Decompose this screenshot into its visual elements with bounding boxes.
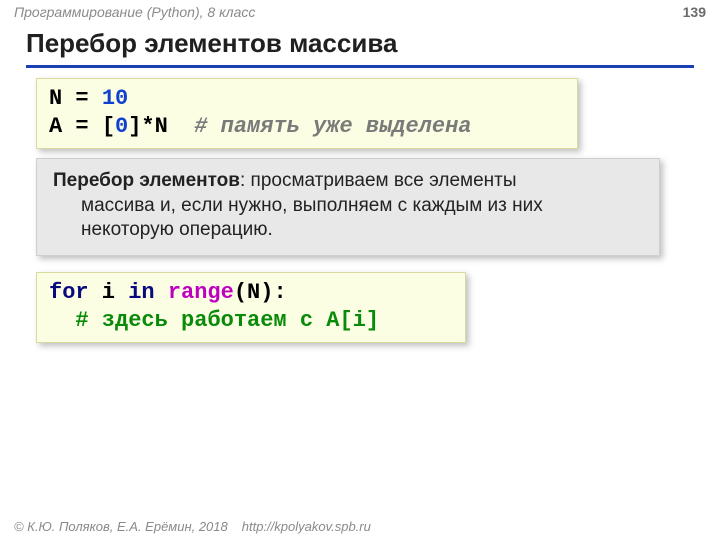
page-title: Перебор элементов массива (26, 28, 694, 61)
code-box-declaration: N = 10 A = [0]*N # память уже выделена (36, 78, 578, 149)
code-token: = (62, 114, 102, 139)
code-box-loop: for i in range(N): # здесь работаем с A[… (36, 272, 466, 343)
code-builtin: range (168, 280, 234, 305)
code-token: 0 (115, 114, 128, 139)
code-token: ]*N (128, 114, 168, 139)
code-token: A (49, 114, 62, 139)
slide-header: Программирование (Python), 8 класс 139 (0, 0, 720, 24)
code-token: i (89, 280, 129, 305)
code-token: [ (102, 114, 115, 139)
code-token: 10 (102, 86, 128, 111)
title-underline (26, 65, 694, 68)
footer-copyright: © К.Ю. Поляков, Е.А. Ерёмин, 2018 (14, 519, 228, 534)
code-token: (N): (234, 280, 287, 305)
info-text: некоторую операцию. (53, 218, 643, 243)
code-token: N (49, 86, 62, 111)
code-token (155, 280, 168, 305)
code-keyword: for (49, 280, 89, 305)
code-comment: # память уже выделена (168, 114, 472, 139)
code-token: = (62, 86, 102, 111)
code-keyword: in (128, 280, 154, 305)
footer-url: http://kpolyakov.spb.ru (242, 519, 371, 534)
info-text: : просматриваем все элементы (240, 170, 517, 191)
course-label: Программирование (Python), 8 класс (14, 4, 255, 20)
code-comment: # здесь работаем с A[i] (49, 308, 379, 333)
info-box: Перебор элементов: просматриваем все эле… (36, 158, 660, 256)
info-lead: Перебор элементов (53, 170, 240, 191)
slide-footer: © К.Ю. Поляков, Е.А. Ерёмин, 2018 http://… (14, 519, 371, 534)
info-text: массива и, если нужно, выполняем с кажды… (53, 194, 643, 219)
page-number: 139 (683, 4, 706, 20)
title-block: Перебор элементов массива (26, 28, 694, 68)
